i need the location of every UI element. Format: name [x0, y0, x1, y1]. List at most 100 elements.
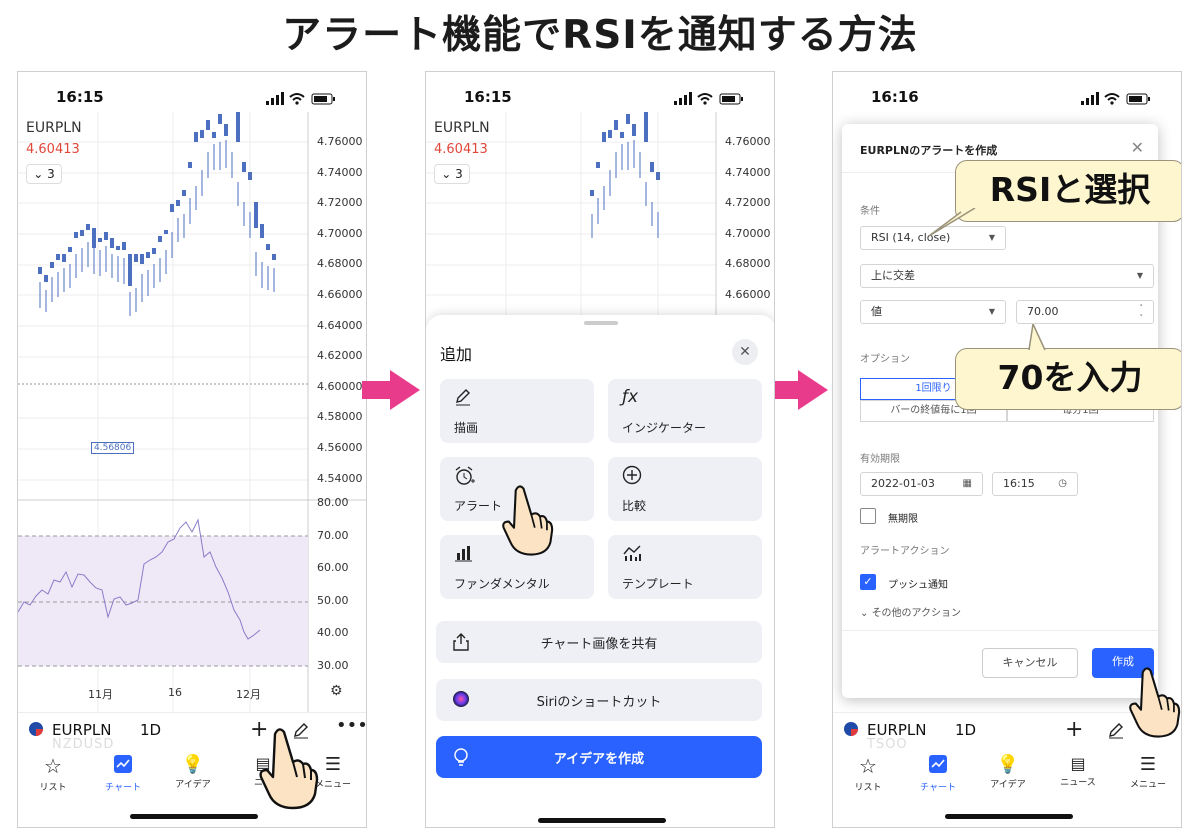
calendar-icon: ▦	[962, 478, 972, 489]
candle-body	[182, 190, 186, 196]
candle-body	[122, 242, 126, 250]
expiry-label: 有効期限	[860, 454, 900, 465]
condition-select[interactable]: 上に交差 ▼	[860, 264, 1154, 288]
candle-body	[248, 172, 252, 180]
candle-body	[596, 162, 600, 168]
axis-tick-label: 4.74000	[725, 165, 771, 179]
candle-body	[134, 254, 138, 262]
status-icons	[674, 91, 744, 110]
star-icon: ☆	[859, 754, 877, 778]
callout-rsi: RSIと選択	[955, 160, 1181, 222]
axis-tick-label: 4.70000	[317, 226, 363, 240]
other-actions-toggle[interactable]: ⌄ その他のアクション	[860, 604, 961, 619]
page-title: アラート機能でRSIを通知する方法	[282, 13, 918, 58]
tab-chart[interactable]: チャート	[88, 754, 158, 793]
tab-list[interactable]: ☆ リスト	[18, 754, 88, 793]
card-template[interactable]: テンプレート	[608, 535, 762, 599]
date-input[interactable]: 2022-01-03 ▦	[860, 472, 983, 496]
candle-body	[650, 162, 654, 172]
close-button[interactable]: ✕	[732, 339, 758, 365]
condition-label: 条件	[860, 206, 880, 217]
candle-body	[200, 130, 204, 138]
axis-tick-label: 4.54000	[317, 471, 363, 485]
candle-body	[38, 267, 42, 274]
settings-icon[interactable]: ⚙	[330, 683, 343, 699]
sheet-title: 追加	[440, 345, 473, 364]
x-tick: 16	[168, 686, 182, 699]
clock-icon: ◷	[1058, 478, 1067, 489]
bottom-interval[interactable]: 1D	[140, 721, 161, 739]
chevron-down-icon: ⌄	[441, 167, 452, 181]
interval-toggle[interactable]: ⌄ 3	[26, 164, 62, 184]
push-checkbox[interactable]: ✓	[860, 574, 876, 590]
pointing-hand-icon	[259, 728, 319, 810]
axis-tick-label: 40.00	[317, 626, 349, 639]
candle-body	[266, 244, 270, 250]
value-type-select[interactable]: 値 ▼	[860, 300, 1006, 324]
axis-tick-label: 4.66000	[725, 288, 771, 301]
tab-ideas[interactable]: 💡 アイデア	[973, 754, 1043, 790]
x-tick: 12月	[236, 688, 261, 701]
create-idea-button[interactable]: アイデアを作成	[436, 736, 762, 778]
interval-toggle[interactable]: ⌄ 3	[434, 164, 470, 184]
candle-body	[68, 247, 72, 252]
status-time: 16:15	[56, 88, 104, 106]
card-drawing[interactable]: 描画	[440, 379, 594, 443]
chart-area[interactable]: EURPLN 4.60413 ⌄ 3 4.56806 4.76000 4.7400…	[18, 112, 367, 752]
time-input[interactable]: 16:15 ◷	[992, 472, 1078, 496]
card-compare[interactable]: 比較	[608, 457, 762, 521]
tab-chart[interactable]: チャート	[903, 754, 973, 793]
candle-body	[44, 275, 48, 282]
cancel-button[interactable]: キャンセル	[982, 648, 1078, 678]
tab-ideas[interactable]: 💡 アイデア	[158, 754, 228, 790]
axis-tick-label: 4.64000	[317, 318, 363, 332]
caret-down-icon: ▼	[1136, 271, 1143, 280]
tab-menu[interactable]: ☰ メニュー	[1113, 754, 1181, 790]
candle-body	[626, 114, 630, 124]
pointing-hand-icon	[502, 485, 554, 556]
no-expiry-checkbox[interactable]	[860, 508, 876, 524]
candle-body	[236, 112, 240, 142]
value-input[interactable]: 70.00 ˄ ˅	[1016, 300, 1154, 324]
candle-body	[80, 230, 84, 236]
tab-list[interactable]: ☆ リスト	[833, 754, 903, 793]
candle-body	[128, 254, 132, 286]
interval-count: 3	[47, 167, 55, 181]
add-icon[interactable]: +	[1065, 717, 1083, 742]
axis-tick-label: 60.00	[317, 561, 349, 574]
candle-body	[260, 224, 264, 238]
alarm-clock-icon	[455, 466, 475, 485]
home-indicator	[945, 814, 1073, 819]
candle-body	[620, 132, 624, 138]
interval-count: 3	[455, 167, 463, 181]
tab-news[interactable]: ▤ ニュース	[1043, 754, 1113, 788]
sheet-grabber[interactable]	[584, 321, 618, 325]
stepper-icon[interactable]: ˄ ˅	[1140, 303, 1144, 323]
callout-pointer	[1028, 324, 1046, 351]
candle-body	[104, 232, 108, 240]
candle-body	[224, 124, 228, 136]
chart-price: 4.60413	[26, 142, 80, 157]
candle-body	[152, 248, 156, 254]
share-chart-button[interactable]: チャート画像を共有	[436, 621, 762, 663]
close-icon[interactable]: ✕	[1131, 138, 1144, 157]
status-bar: 16:15	[426, 86, 774, 110]
bottom-interval[interactable]: 1D	[955, 721, 976, 739]
candle-body	[272, 254, 276, 260]
candle-body	[644, 112, 648, 142]
step-arrow-icon	[770, 370, 828, 410]
bulb-icon: 💡	[181, 754, 205, 775]
candle-body	[56, 254, 60, 260]
candle-body	[50, 262, 54, 268]
axis-tick-label: 4.76000	[725, 135, 771, 148]
chart-symbol: EURPLN	[434, 120, 490, 136]
candle-body	[602, 132, 606, 142]
more-icon[interactable]: •••	[336, 715, 366, 736]
siri-shortcut-button[interactable]: Siriのショートカット	[436, 679, 762, 721]
candlestick-chart[interactable]	[18, 112, 367, 752]
card-indicator[interactable]: ƒx インジケーター	[608, 379, 762, 443]
flag-icon	[29, 722, 43, 736]
x-tick: 11月	[88, 688, 113, 701]
axis-tick-label: 70.00	[317, 528, 349, 542]
candle-body	[608, 130, 612, 138]
